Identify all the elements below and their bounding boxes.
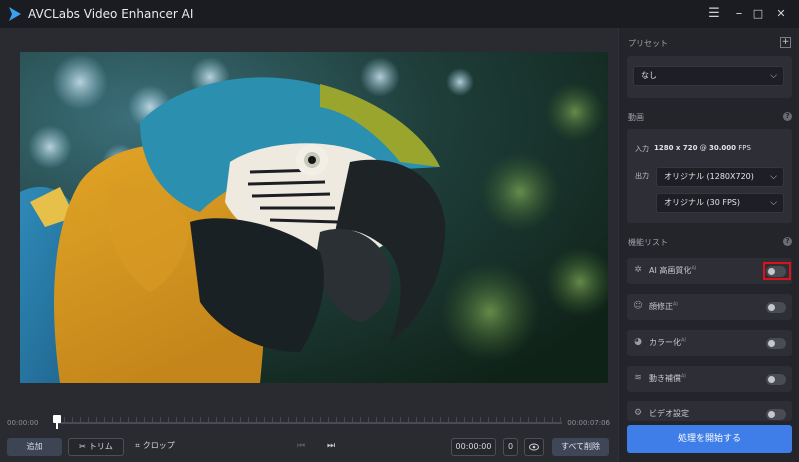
minimize-button[interactable]: – [729,4,749,24]
start-processing-button[interactable]: 処理を開始する [627,425,792,453]
feature-label: ビデオ設定 [649,409,689,418]
toggle-knob [768,340,775,347]
preview-area: 00:00:00 00:00:07:06 [0,28,618,462]
preset-panel: なし ⌵ [627,56,792,98]
menu-icon[interactable]: ☰ [704,4,724,24]
scissors-icon: ✂ [79,442,86,451]
preset-value: なし [641,71,657,80]
feature-label: 動き補償AI [649,373,686,383]
input-fps-value: 30.000 [708,144,736,152]
output-label: 出力 [635,172,649,180]
feature-face-fix: ☺ 顔修正AI [627,294,792,320]
feature-list-title: 機能リスト [628,238,668,247]
input-resolution: 1280 x 720 [654,144,698,152]
output-fps-select[interactable]: オリジナル (30 FPS) ⌵ [656,193,784,213]
crop-label: クロップ [142,441,175,450]
video-preview[interactable] [20,52,608,383]
title-bar: AVCLabs Video Enhancer AI ☰ – □ ✕ [0,0,799,28]
timeline[interactable]: 00:00:00 00:00:07:06 [0,414,618,434]
help-icon[interactable]: ? [783,112,792,121]
timeline-end-time: 00:00:07:06 [567,419,610,427]
timeline-track[interactable] [56,422,562,424]
face-fix-toggle[interactable] [766,302,786,313]
output-resolution-select[interactable]: オリジナル (1280X720) ⌵ [656,167,784,187]
app-title: AVCLabs Video Enhancer AI [28,7,194,21]
feature-colorize: ◕ カラー化AI [627,330,792,356]
settings-panel: プリセット + なし ⌵ 動画 ? 入力 1280 x 720 @ 30.000… [618,28,799,462]
trim-label: トリム [88,442,113,451]
time-input[interactable]: 00:00:00 [451,438,496,456]
feature-label: 顔修正AI [649,301,678,311]
close-button[interactable]: ✕ [771,4,791,24]
preset-title: プリセット [628,39,668,48]
feature-label: AI 高画質化AI [649,265,697,275]
chevron-down-icon: ⌵ [770,172,777,182]
input-fps-unit: FPS [738,144,751,152]
output-fps-value: オリジナル (30 FPS) [664,198,741,207]
delete-all-button[interactable]: すべて削除 [552,438,609,456]
input-info: 1280 x 720 @ 30.000 FPS [654,144,751,152]
help-icon[interactable]: ? [783,237,792,246]
preset-select[interactable]: なし ⌵ [633,66,784,86]
sparkle-icon: ✲ [634,265,642,275]
chevron-down-icon: ⌵ [770,198,777,208]
highlight-box [763,262,791,280]
palette-icon: ◕ [634,337,642,347]
toggle-knob [768,411,775,418]
face-icon: ☺ [633,301,643,311]
input-label: 入力 [635,145,649,153]
output-resolution-value: オリジナル (1280X720) [664,172,754,181]
crop-icon: ⌗ [135,441,140,450]
feature-motion-compensation: ≋ 動き補償AI [627,366,792,392]
app-logo-icon [9,7,21,21]
gear-icon: ⚙ [633,408,643,418]
count-display: 0 [503,438,518,456]
preview-eye-button[interactable] [524,438,544,456]
video-section-title: 動画 [628,113,644,122]
video-settings-toggle[interactable] [766,409,786,420]
chevron-down-icon: ⌵ [770,71,777,81]
motion-icon: ≋ [634,373,642,383]
add-button[interactable]: 追加 [7,438,62,456]
previous-frame-icon[interactable]: ⏮ [297,441,305,451]
feature-label: カラー化AI [649,337,686,347]
feature-ai-enhance: ✲ AI 高画質化AI [627,258,792,284]
add-preset-button[interactable]: + [780,37,791,48]
motion-compensation-toggle[interactable] [766,374,786,385]
maximize-button[interactable]: □ [748,4,768,24]
video-panel: 入力 1280 x 720 @ 30.000 FPS 出力 オリジナル (128… [627,129,792,223]
input-at: @ [699,144,707,152]
playhead-handle[interactable] [53,415,61,429]
toggle-knob [768,376,775,383]
toggle-knob [768,304,775,311]
timeline-start-time: 00:00:00 [7,419,39,427]
trim-button[interactable]: ✂ トリム [68,438,124,456]
feature-video-settings: ⚙ ビデオ設定 [627,401,792,421]
colorize-toggle[interactable] [766,338,786,349]
next-frame-icon[interactable]: ⏭ [327,441,335,451]
crop-button[interactable]: ⌗ クロップ [130,438,180,456]
eye-icon [529,443,539,451]
